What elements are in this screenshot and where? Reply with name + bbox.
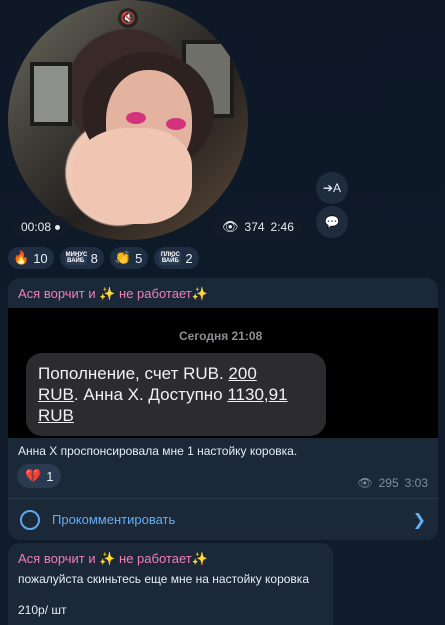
sms-text: . Анна Х. Доступно <box>73 385 228 404</box>
plus-vibe-icon: ПЛЮС ВАЙБ <box>159 251 182 265</box>
bank-sms-bubble: Пополнение, счет RUB. 200 RUB. Анна Х. Д… <box>26 353 326 436</box>
sms-text: Пополнение, счет RUB. <box>38 364 229 383</box>
reaction-plus-vibe[interactable]: ПЛЮС ВАЙБ 2 <box>154 247 199 269</box>
forward-button[interactable]: ➔A <box>316 172 348 204</box>
reaction-count: 8 <box>90 250 98 266</box>
screenshot-date: Сегодня 21:08 <box>179 329 263 343</box>
post-author[interactable]: Ася ворчит и ✨ не работает✨ <box>8 543 333 571</box>
playing-dot-icon <box>55 225 61 231</box>
reaction-count: 5 <box>135 250 143 266</box>
sms-currency: RUB <box>38 385 74 404</box>
channel-feed: 🔇 00:08 👁 374 2:46 ➔A 💬 🔥 10 МИНУС ВАЙБ … <box>0 0 445 625</box>
reaction-clap[interactable]: 👏 5 <box>109 247 149 269</box>
reaction-broken-heart[interactable]: 💔 1 <box>17 464 62 488</box>
minus-vibe-icon: МИНУС ВАЙБ <box>64 251 88 265</box>
post-meta: 👁 295 3:03 <box>357 476 428 490</box>
channel-post: Ася ворчит и ✨ не работает✨ Сегодня 21:0… <box>8 278 438 540</box>
video-meta: 👁 374 2:46 <box>214 216 302 238</box>
wall-picture <box>30 62 72 126</box>
reactions-bar: 🔥 10 МИНУС ВАЙБ 8 👏 5 ПЛЮС ВАЙБ 2 <box>8 247 199 269</box>
video-person-eye <box>126 112 146 124</box>
sms-amount: 200 <box>228 364 257 383</box>
reaction-count: 1 <box>46 468 54 484</box>
post-author[interactable]: Ася ворчит и ✨ не работает✨ <box>8 278 438 306</box>
message-time: 2:46 <box>270 220 294 234</box>
reaction-count: 2 <box>185 250 193 266</box>
bank-screenshot-image[interactable]: Сегодня 21:08 Пополнение, счет RUB. 200 … <box>8 308 438 438</box>
comment-link[interactable]: Прокомментировать ❯ <box>8 499 438 540</box>
reaction-fire[interactable]: 🔥 10 <box>8 247 54 269</box>
mute-icon[interactable]: 🔇 <box>118 8 138 28</box>
view-count: 374 <box>244 220 265 234</box>
reaction-minus-vibe[interactable]: МИНУС ВАЙБ 8 <box>59 247 104 269</box>
comment-button[interactable]: 💬 <box>316 206 348 238</box>
clap-icon: 👏 <box>114 250 132 265</box>
round-video-message[interactable] <box>8 0 248 240</box>
comment-icon <box>20 509 40 530</box>
video-person-eye <box>166 118 186 130</box>
video-duration-label: 00:08 <box>21 220 52 234</box>
sms-currency: RUB <box>38 406 74 425</box>
post-text: пожалуйста скиньтесь еще мне на настойку… <box>18 572 309 586</box>
post-price: 210р/ шт <box>18 603 67 617</box>
reaction-count: 10 <box>33 250 48 266</box>
eye-icon: 👁 <box>357 476 373 490</box>
video-duration: 00:08 <box>12 216 70 238</box>
view-count: 295 <box>378 476 399 490</box>
comment-icon: 💬 <box>324 215 340 229</box>
forward-icon: ➔A <box>322 181 342 195</box>
chevron-right-icon: ❯ <box>412 511 426 529</box>
post-caption: Анна Х проспонсировала мне 1 настойку ко… <box>18 444 298 458</box>
fire-icon: 🔥 <box>13 250 30 265</box>
video-person-hand <box>72 128 192 224</box>
eye-icon: 👁 <box>222 219 239 234</box>
broken-heart-icon: 💔 <box>25 468 42 483</box>
sms-balance: 1130,91 <box>227 385 288 404</box>
channel-post: Ася ворчит и ✨ не работает✨ пожалуйста с… <box>8 543 333 625</box>
comment-label: Прокомментировать <box>52 512 176 527</box>
message-time: 3:03 <box>404 476 428 490</box>
